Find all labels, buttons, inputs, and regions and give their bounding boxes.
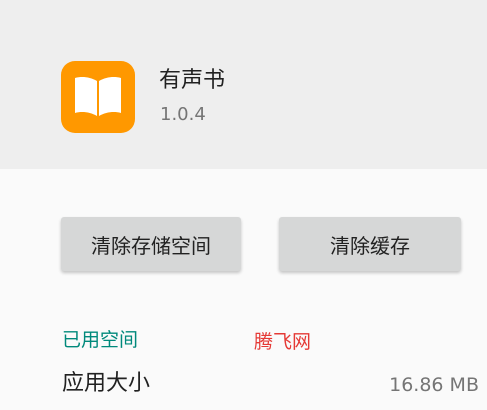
watermark: 腾飞网 bbox=[254, 331, 312, 353]
app-name: 有声书 bbox=[159, 68, 226, 93]
app-version: 1.0.4 bbox=[160, 104, 206, 125]
app-size-value: 16.86 MB bbox=[389, 374, 479, 396]
app-header: 有声书 1.0.4 bbox=[0, 0, 487, 169]
open-book-icon bbox=[75, 77, 121, 116]
storage-section-title: 已用空间 bbox=[62, 329, 139, 351]
clear-cache-button[interactable]: 清除缓存 bbox=[279, 217, 461, 271]
clear-storage-button[interactable]: 清除存储空间 bbox=[61, 217, 241, 271]
app-icon bbox=[61, 61, 135, 133]
app-size-label: 应用大小 bbox=[62, 371, 151, 396]
